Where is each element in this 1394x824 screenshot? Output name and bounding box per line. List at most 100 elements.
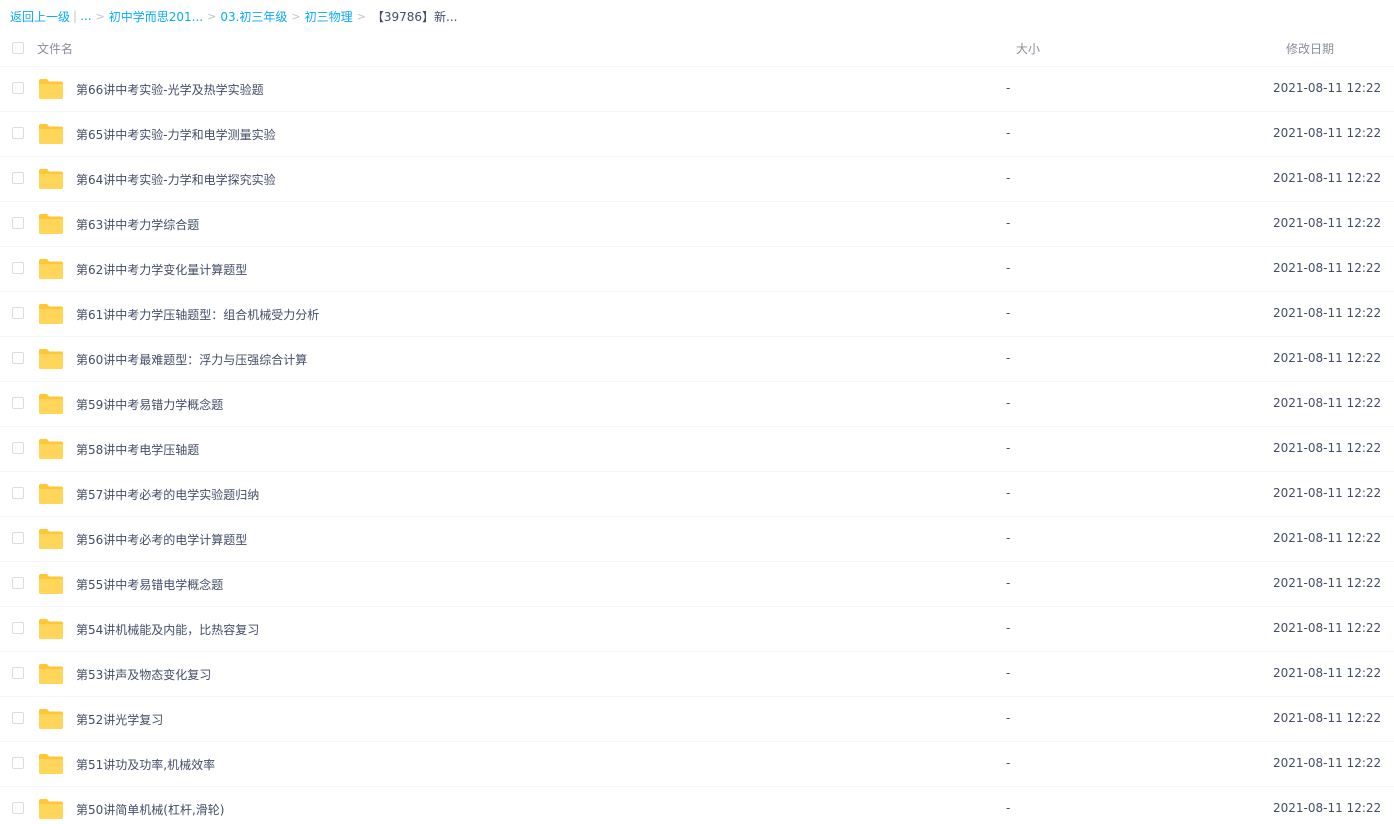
file-name[interactable]: 第64讲中考实验-力学和电学探究实验 <box>76 171 276 188</box>
breadcrumb-ellipsis[interactable]: ... <box>80 9 91 23</box>
file-modified-date: 2021-08-11 12:22 <box>1273 126 1382 140</box>
file-name[interactable]: 第50讲简单机械(杠杆,滑轮) <box>76 801 224 818</box>
table-row[interactable]: 第65讲中考实验-力学和电学测量实验 - 2021-08-11 12:22 <box>0 112 1394 157</box>
row-checkbox[interactable] <box>12 757 24 769</box>
table-row[interactable]: 第54讲机械能及内能，比热容复习 - 2021-08-11 12:22 <box>0 607 1394 652</box>
row-checkbox[interactable] <box>12 397 24 409</box>
row-checkbox[interactable] <box>12 172 24 184</box>
table-row[interactable]: 第50讲简单机械(杠杆,滑轮) - 2021-08-11 12:22 <box>0 787 1394 824</box>
file-name[interactable]: 第60讲中考最难题型：浮力与压强综合计算 <box>76 351 307 368</box>
file-name[interactable]: 第59讲中考易错力学概念题 <box>76 396 223 413</box>
folder-icon <box>39 439 63 459</box>
row-checkbox[interactable] <box>12 127 24 139</box>
folder-icon <box>39 619 63 639</box>
file-modified-date: 2021-08-11 12:22 <box>1273 801 1382 815</box>
row-checkbox[interactable] <box>12 262 24 274</box>
list-header: 文件名 大小 修改日期 <box>0 34 1394 67</box>
table-row[interactable]: 第66讲中考实验-光学及热学实验题 - 2021-08-11 12:22 <box>0 67 1394 112</box>
table-row[interactable]: 第52讲光学复习 - 2021-08-11 12:22 <box>0 697 1394 742</box>
file-name[interactable]: 第58讲中考电学压轴题 <box>76 441 199 458</box>
file-modified-date: 2021-08-11 12:22 <box>1273 261 1382 275</box>
row-checkbox[interactable] <box>12 442 24 454</box>
file-size: - <box>1006 531 1011 545</box>
row-checkbox[interactable] <box>12 622 24 634</box>
file-size: - <box>1006 576 1011 590</box>
file-size: - <box>1006 486 1011 500</box>
column-header-name[interactable]: 文件名 <box>37 40 73 57</box>
file-name[interactable]: 第55讲中考易错电学概念题 <box>76 576 223 593</box>
folder-icon <box>39 259 63 279</box>
file-size: - <box>1006 351 1011 365</box>
folder-icon <box>39 394 63 414</box>
breadcrumb-separator: > <box>95 9 105 23</box>
column-header-size[interactable]: 大小 <box>1016 40 1040 57</box>
row-checkbox[interactable] <box>12 307 24 319</box>
file-name[interactable]: 第56讲中考必考的电学计算题型 <box>76 531 247 548</box>
folder-icon <box>39 349 63 369</box>
folder-icon <box>39 709 63 729</box>
file-name[interactable]: 第65讲中考实验-力学和电学测量实验 <box>76 126 276 143</box>
breadcrumb-separator: > <box>207 9 217 23</box>
column-header-date[interactable]: 修改日期 <box>1286 40 1334 57</box>
row-checkbox[interactable] <box>12 712 24 724</box>
file-modified-date: 2021-08-11 12:22 <box>1273 531 1382 545</box>
table-row[interactable]: 第58讲中考电学压轴题 - 2021-08-11 12:22 <box>0 427 1394 472</box>
file-name[interactable]: 第51讲功及功率,机械效率 <box>76 756 215 773</box>
file-modified-date: 2021-08-11 12:22 <box>1273 351 1382 365</box>
folder-icon <box>39 529 63 549</box>
file-size: - <box>1006 306 1011 320</box>
breadcrumb-separator: > <box>356 9 366 23</box>
file-name[interactable]: 第62讲中考力学变化量计算题型 <box>76 261 247 278</box>
file-size: - <box>1006 171 1011 185</box>
row-checkbox[interactable] <box>12 532 24 544</box>
table-row[interactable]: 第55讲中考易错电学概念题 - 2021-08-11 12:22 <box>0 562 1394 607</box>
breadcrumb-item-physics[interactable]: 初三物理 <box>305 8 353 25</box>
file-modified-date: 2021-08-11 12:22 <box>1273 486 1382 500</box>
table-row[interactable]: 第53讲声及物态变化复习 - 2021-08-11 12:22 <box>0 652 1394 697</box>
row-checkbox[interactable] <box>12 352 24 364</box>
folder-icon <box>39 79 63 99</box>
file-list: 第66讲中考实验-光学及热学实验题 -2021-08-11 12:22 第65讲中考… <box>0 67 1394 824</box>
folder-icon <box>39 754 63 774</box>
folder-icon <box>39 664 63 684</box>
table-row[interactable]: 第63讲中考力学综合题 - 2021-08-11 12:22 <box>0 202 1394 247</box>
table-row[interactable]: 第51讲功及功率,机械效率 - 2021-08-11 12:22 <box>0 742 1394 787</box>
file-name[interactable]: 第63讲中考力学综合题 <box>76 216 199 233</box>
row-checkbox[interactable] <box>12 802 24 814</box>
file-size: - <box>1006 81 1011 95</box>
file-modified-date: 2021-08-11 12:22 <box>1273 666 1382 680</box>
table-row[interactable]: 第61讲中考力学压轴题型：组合机械受力分析 - 2021-08-11 12:22 <box>0 292 1394 337</box>
folder-icon <box>39 574 63 594</box>
file-modified-date: 2021-08-11 12:22 <box>1273 711 1382 725</box>
file-name[interactable]: 第61讲中考力学压轴题型：组合机械受力分析 <box>76 306 319 323</box>
file-modified-date: 2021-08-11 12:22 <box>1273 756 1382 770</box>
folder-icon <box>39 304 63 324</box>
row-checkbox[interactable] <box>12 667 24 679</box>
file-size: - <box>1006 756 1011 770</box>
file-name[interactable]: 第66讲中考实验-光学及热学实验题 <box>76 81 264 98</box>
select-all-checkbox[interactable] <box>12 42 24 54</box>
row-checkbox[interactable] <box>12 217 24 229</box>
row-checkbox[interactable] <box>12 577 24 589</box>
breadcrumb-item-grade3[interactable]: 03.初三年级 <box>220 8 287 25</box>
table-row[interactable]: 第57讲中考必考的电学实验题归纳 - 2021-08-11 12:22 <box>0 472 1394 517</box>
file-name[interactable]: 第57讲中考必考的电学实验题归纳 <box>76 486 259 503</box>
file-name[interactable]: 第53讲声及物态变化复习 <box>76 666 211 683</box>
file-size: - <box>1006 621 1011 635</box>
row-checkbox[interactable] <box>12 82 24 94</box>
breadcrumb-item-grade-root[interactable]: 初中学而思201... <box>109 8 203 25</box>
folder-icon <box>39 124 63 144</box>
table-row[interactable]: 第60讲中考最难题型：浮力与压强综合计算 - 2021-08-11 12:22 <box>0 337 1394 382</box>
file-modified-date: 2021-08-11 12:22 <box>1273 621 1382 635</box>
table-row[interactable]: 第64讲中考实验-力学和电学探究实验 - 2021-08-11 12:22 <box>0 157 1394 202</box>
file-size: - <box>1006 711 1011 725</box>
file-name[interactable]: 第52讲光学复习 <box>76 711 163 728</box>
table-row[interactable]: 第62讲中考力学变化量计算题型 - 2021-08-11 12:22 <box>0 247 1394 292</box>
file-browser: 返回上一级 | ... > 初中学而思201... > 03.初三年级 > 初三… <box>0 0 1394 824</box>
table-row[interactable]: 第56讲中考必考的电学计算题型 - 2021-08-11 12:22 <box>0 517 1394 562</box>
breadcrumb: 返回上一级 | ... > 初中学而思201... > 03.初三年级 > 初三… <box>10 6 457 26</box>
file-name[interactable]: 第54讲机械能及内能，比热容复习 <box>76 621 259 638</box>
table-row[interactable]: 第59讲中考易错力学概念题 - 2021-08-11 12:22 <box>0 382 1394 427</box>
row-checkbox[interactable] <box>12 487 24 499</box>
back-link[interactable]: 返回上一级 <box>10 8 70 25</box>
